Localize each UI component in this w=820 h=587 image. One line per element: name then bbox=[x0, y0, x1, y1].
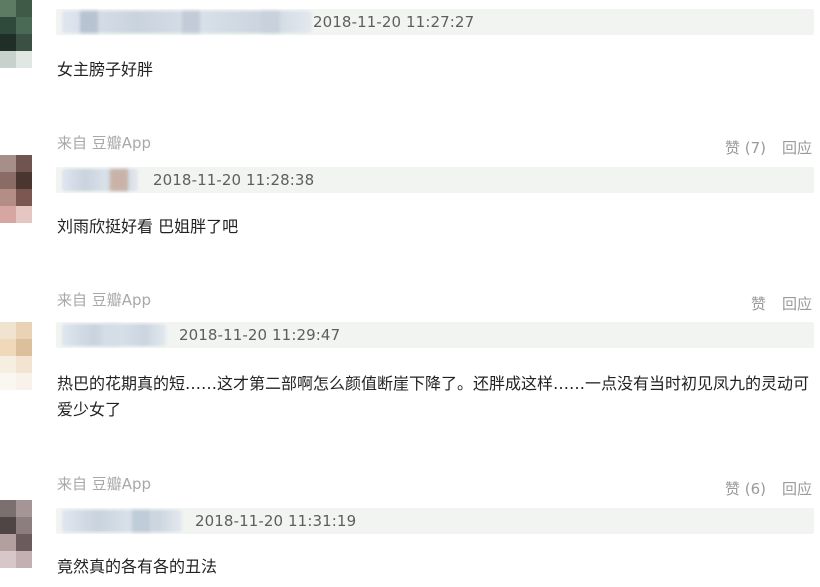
comment-timestamp: 2018-11-20 11:29:47 bbox=[179, 326, 341, 344]
username[interactable] bbox=[62, 11, 312, 33]
reply-button[interactable]: 回应 bbox=[782, 293, 812, 314]
username[interactable] bbox=[62, 324, 166, 346]
like-button[interactable]: 赞 (7) bbox=[725, 137, 766, 158]
comment-meta-bar: 2018-11-20 11:29:47 bbox=[56, 322, 814, 348]
comment-meta-bar: 2018-11-20 11:27:27 bbox=[56, 9, 814, 35]
comment-text: 竟然真的各有各的丑法 bbox=[57, 557, 218, 576]
comment-text: 刘雨欣挺好看 巴姐胖了吧 bbox=[57, 217, 239, 236]
comment-actions: 赞 (7) 回应 bbox=[725, 137, 812, 158]
like-button[interactable]: 赞 bbox=[751, 293, 766, 314]
comment-actions: 赞 (6) 回应 bbox=[725, 478, 812, 499]
comment-timestamp: 2018-11-20 11:31:19 bbox=[195, 512, 357, 530]
comment-text: 女主膀子好胖 bbox=[57, 60, 154, 79]
username[interactable] bbox=[62, 510, 182, 532]
avatar[interactable] bbox=[0, 322, 32, 390]
reply-button[interactable]: 回应 bbox=[782, 478, 812, 499]
comment-actions: 赞 回应 bbox=[751, 293, 812, 314]
reply-button[interactable]: 回应 bbox=[782, 137, 812, 158]
avatar[interactable] bbox=[0, 155, 32, 223]
comment-text: 热巴的花期真的短……这才第二部啊怎么颜值断崖下降了。还胖成这样……一点没有当时初… bbox=[57, 374, 810, 419]
avatar[interactable] bbox=[0, 500, 32, 568]
comment-source: 来自 豆瓣App bbox=[57, 134, 152, 152]
comment-source: 来自 豆瓣App bbox=[57, 475, 152, 493]
like-button[interactable]: 赞 (6) bbox=[725, 478, 766, 499]
comment-timestamp: 2018-11-20 11:28:38 bbox=[153, 171, 315, 189]
comment-meta-bar: 2018-11-20 11:28:38 bbox=[56, 167, 814, 193]
comment-meta-bar: 2018-11-20 11:31:19 bbox=[56, 508, 814, 534]
comment-source: 来自 豆瓣App bbox=[57, 291, 152, 309]
username[interactable] bbox=[62, 169, 138, 191]
avatar[interactable] bbox=[0, 0, 32, 68]
comment-timestamp: 2018-11-20 11:27:27 bbox=[313, 13, 475, 31]
